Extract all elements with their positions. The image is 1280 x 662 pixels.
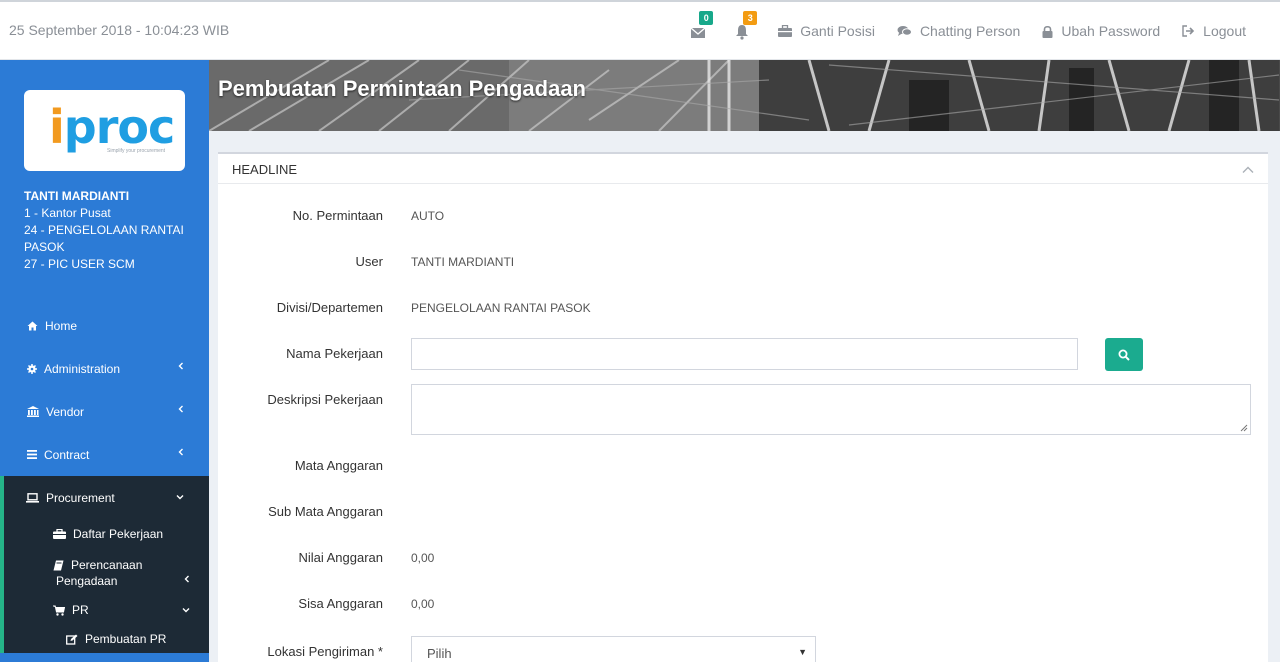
no-permintaan-value: AUTO — [411, 209, 445, 223]
sisa-anggaran-value: 0,00 — [411, 597, 435, 611]
user-value: TANTI MARDIANTI — [411, 255, 515, 269]
sidebar-item-pr[interactable]: PR — [4, 595, 209, 625]
user-name: TANTI MARDIANTI — [24, 189, 130, 203]
perencanaan-line-2: Pengadaan — [56, 574, 118, 588]
panel-header: HEADLINE — [218, 154, 1268, 184]
sidebar-item-home[interactable]: Home — [0, 304, 209, 347]
sidebar-item-label: Administration — [44, 361, 121, 376]
envelope-icon — [690, 27, 706, 38]
gear-icon — [27, 363, 37, 374]
chevron-left-icon — [178, 362, 183, 370]
divisi-value: PENGELOLAAN RANTAI PASOK — [411, 301, 591, 315]
nilai-anggaran-label: Nilai Anggaran — [298, 550, 383, 565]
sidebar-item-label: Perencanaan — [71, 558, 143, 572]
user-division: 24 - PENGELOLAAN RANTAI PASOK — [24, 223, 184, 254]
top-nav: 0 3 Ganti Posisi Chatting Person Ubah Pa… — [668, 2, 1246, 60]
bank-icon — [27, 406, 39, 417]
notifications-button[interactable]: 3 — [734, 11, 758, 42]
sidebar-item-label-group: Perencanaan Pengadaan — [7, 557, 142, 589]
logout-label: Logout — [1203, 23, 1246, 39]
sidebar-item-vendor[interactable]: Vendor — [0, 390, 209, 433]
chevron-left-icon — [184, 575, 189, 583]
cart-icon — [53, 605, 65, 616]
mata-anggaran-label: Mata Anggaran — [294, 458, 383, 473]
laptop-icon — [26, 492, 39, 503]
nama-pekerjaan-label: Nama Pekerjaan — [286, 346, 383, 361]
chevron-left-icon — [178, 448, 183, 456]
sidebar-item-procurement[interactable]: Procurement — [4, 476, 209, 519]
chevron-left-icon — [178, 405, 183, 413]
nilai-anggaran-value: 0,00 — [411, 551, 435, 565]
sidebar-item-label: Procurement — [46, 490, 115, 505]
search-icon — [1118, 349, 1130, 361]
top-bar: 25 September 2018 - 10:04:23 WIB 0 3 Gan… — [0, 0, 1280, 60]
user-profile: TANTI MARDIANTI 1 - Kantor Pusat 24 - PE… — [24, 188, 194, 273]
comments-icon — [897, 26, 912, 36]
sisa-anggaran-label: Sisa Anggaran — [298, 596, 383, 611]
chatting-person-label: Chatting Person — [919, 23, 1021, 39]
sidebar-item-label: PR — [72, 603, 89, 617]
deskripsi-label: Deskripsi Pekerjaan — [267, 392, 383, 407]
chevron-down-icon — [176, 495, 184, 500]
no-permintaan-label: No. Permintaan — [292, 208, 383, 223]
user-label: User — [355, 254, 383, 269]
user-office: 1 - Kantor Pusat — [24, 206, 111, 220]
sidebar-item-label: Contract — [44, 447, 90, 462]
procurement-submenu: Procurement Daftar Pekerjaan Perencanaan… — [0, 476, 209, 653]
sidebar-item-label: Pembuatan PR — [85, 632, 167, 646]
deskripsi-textarea[interactable] — [411, 384, 1251, 435]
lokasi-label: Lokasi Pengiriman * — [267, 644, 383, 659]
sidebar-item-administration[interactable]: Administration — [0, 347, 209, 390]
briefcase-icon — [53, 529, 66, 539]
caret-down-icon: ▼ — [798, 647, 807, 657]
ganti-posisi-label: Ganti Posisi — [800, 23, 875, 39]
lokasi-select-value: Pilih — [427, 646, 452, 661]
sidebar-item-daftar-pekerjaan[interactable]: Daftar Pekerjaan — [4, 519, 209, 549]
nama-pekerjaan-input[interactable] — [411, 338, 1078, 370]
sidebar-item-perencanaan-pengadaan[interactable]: Perencanaan Pengadaan — [4, 549, 209, 595]
sidebar-item-contract[interactable]: Contract — [0, 433, 209, 476]
chevron-down-icon — [182, 608, 190, 613]
logo-tagline: Simplify your procurement — [107, 148, 166, 154]
bars-icon — [27, 450, 37, 459]
datetime-text: 25 September 2018 - 10:04:23 WIB — [9, 22, 230, 38]
sidebar: iproc Simplify your procurement TANTI MA… — [0, 60, 209, 662]
ganti-posisi-link[interactable]: Ganti Posisi — [778, 23, 875, 39]
headline-panel: HEADLINE No. Permintaan AUTO User TANTI … — [218, 152, 1268, 662]
resize-handle-icon[interactable] — [1240, 424, 1248, 432]
page-banner: Pembuatan Permintaan Pengadaan — [209, 60, 1280, 131]
home-icon — [27, 321, 38, 330]
logout-link[interactable]: Logout — [1182, 23, 1246, 39]
book-icon — [53, 560, 64, 570]
bell-icon — [736, 25, 749, 40]
lock-icon — [1042, 25, 1053, 38]
search-button[interactable] — [1105, 338, 1143, 371]
user-position: 27 - PIC USER SCM — [24, 257, 135, 271]
divisi-label: Divisi/Departemen — [276, 300, 383, 315]
page-title: Pembuatan Permintaan Pengadaan — [218, 76, 586, 101]
sidebar-item-label: Vendor — [46, 404, 85, 419]
edit-icon — [66, 634, 78, 645]
perencanaan-line-1: Perencanaan — [7, 557, 142, 573]
notifications-badge: 3 — [743, 11, 758, 25]
panel-title: HEADLINE — [232, 162, 298, 177]
messages-badge: 0 — [699, 11, 714, 25]
sidebar-item-label: Daftar Pekerjaan — [73, 527, 164, 541]
chevron-up-icon[interactable] — [1242, 166, 1254, 174]
chatting-person-link[interactable]: Chatting Person — [897, 23, 1020, 39]
logo-wordmark: iproc — [49, 100, 175, 154]
logo: iproc Simplify your procurement — [24, 90, 185, 171]
sidebar-item-pembuatan-pr[interactable]: Pembuatan PR — [4, 625, 209, 653]
sign-out-icon — [1182, 25, 1195, 37]
lokasi-select[interactable]: Pilih ▼ — [411, 636, 816, 662]
briefcase-icon — [778, 25, 793, 37]
ubah-password-link[interactable]: Ubah Password — [1042, 23, 1160, 39]
sidebar-menu: Home Administration Vendor Contract Proc… — [0, 304, 209, 653]
messages-button[interactable]: 0 — [690, 11, 714, 42]
ubah-password-label: Ubah Password — [1061, 23, 1161, 39]
sub-mata-anggaran-label: Sub Mata Anggaran — [268, 504, 383, 519]
sidebar-item-label: Home — [45, 318, 78, 333]
